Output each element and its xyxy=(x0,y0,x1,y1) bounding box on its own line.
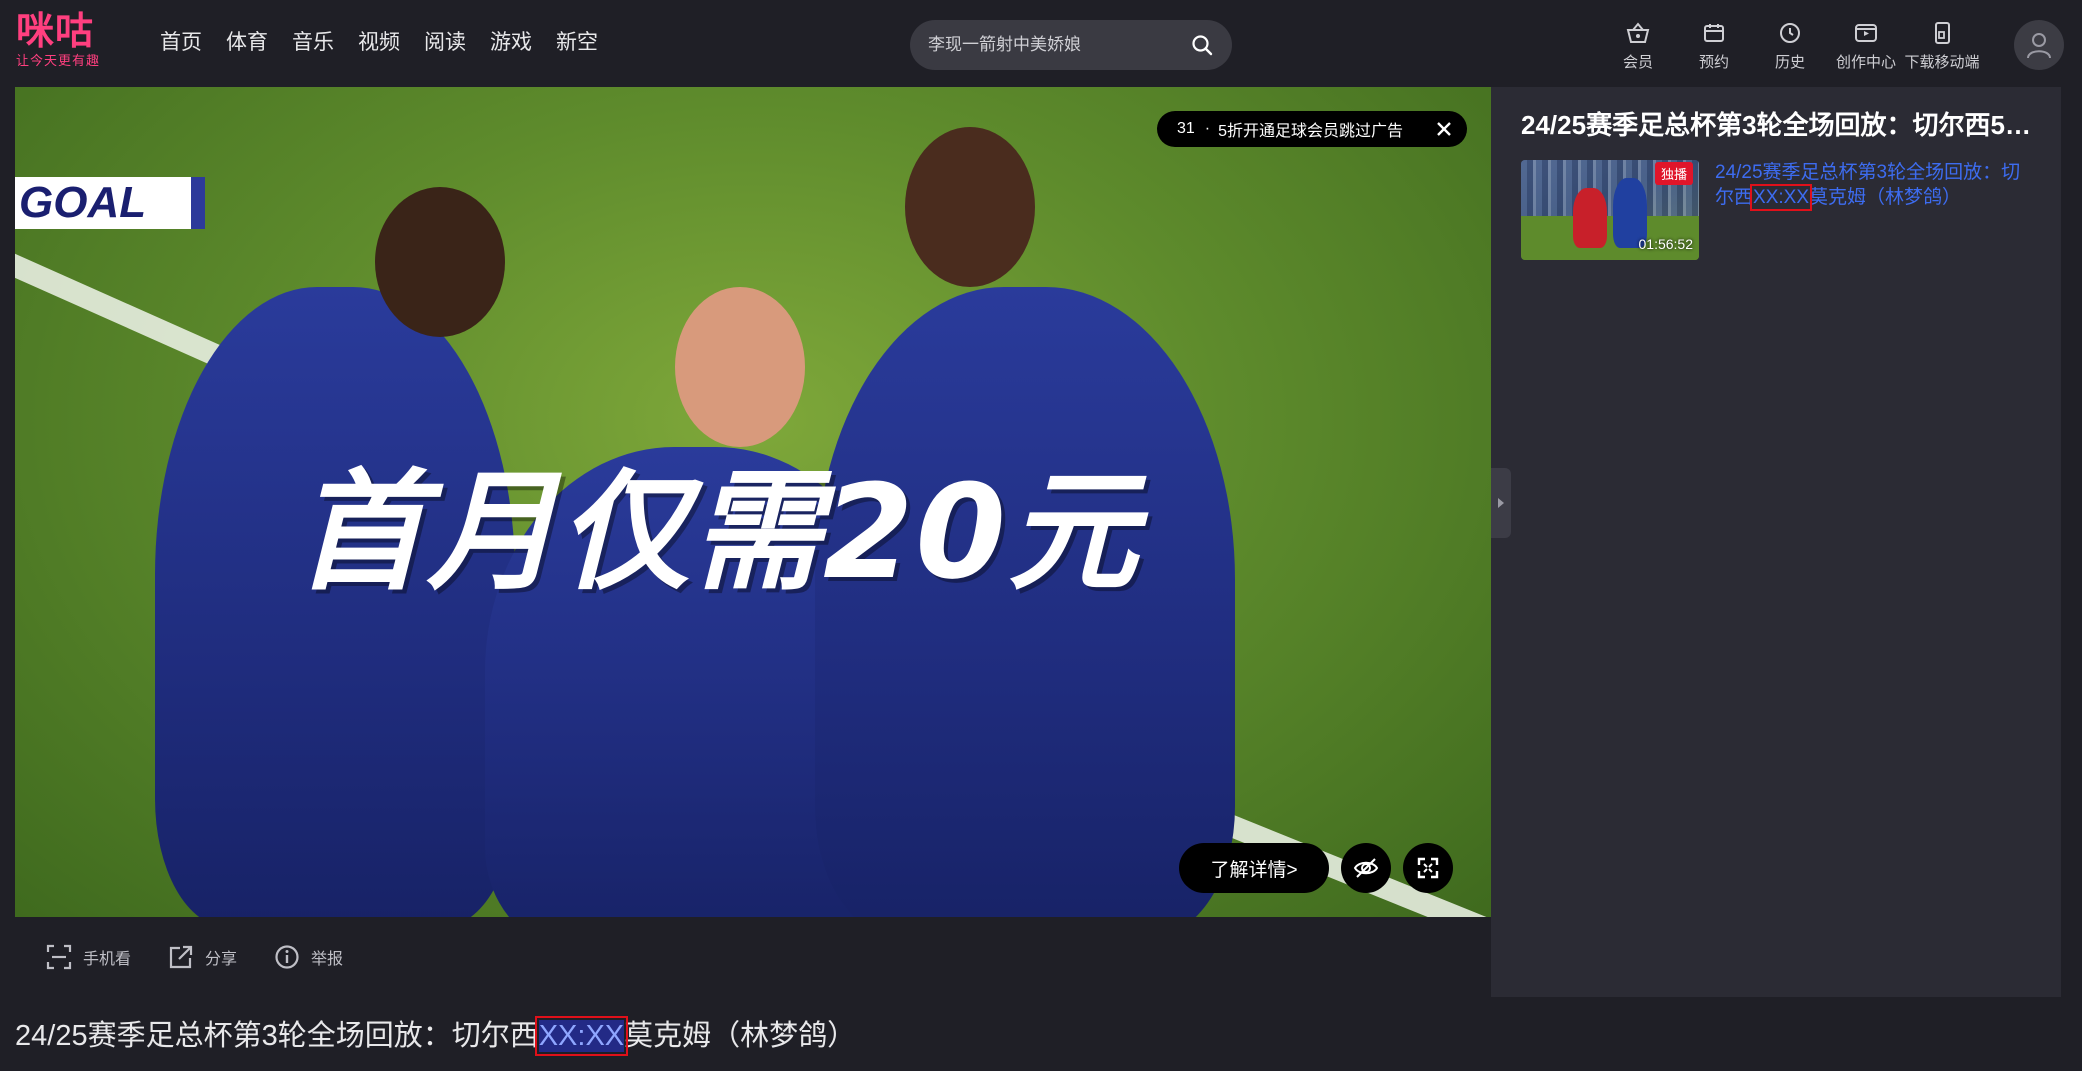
goal-badge: GOAL xyxy=(15,177,205,229)
search-icon[interactable] xyxy=(1188,31,1216,59)
share-icon xyxy=(167,943,195,971)
download-mobile-button[interactable]: 下载移动端 xyxy=(1904,18,1980,72)
thumbnail-player-red xyxy=(1573,188,1607,248)
ad-skip-button[interactable]: 31 · 5折开通足球会员跳过广告 xyxy=(1157,111,1467,147)
video-toolbar: 手机看 分享 举报 xyxy=(15,917,1491,997)
ad-countdown: 31 xyxy=(1177,120,1195,137)
player-right-head xyxy=(905,127,1035,287)
eye-off-icon xyxy=(1353,858,1379,878)
history-label: 历史 xyxy=(1774,54,1805,71)
video-title-suffix: 莫克姆（林梦鸽） xyxy=(624,1020,857,1052)
playlist-title: 24/25赛季足总杯第3轮全场回放：切尔西5:0莫克姆（林梦鸽） xyxy=(1521,110,2031,140)
episode-duration: 01:56:52 xyxy=(1638,236,1694,252)
user-icon xyxy=(2027,33,2051,59)
main-nav: 首页 体育 音乐 视频 阅读 游戏 新空 xyxy=(160,28,622,58)
video-title: 24/25赛季足总杯第3轮全场回放：切尔西XX:XX莫克姆（林梦鸽） xyxy=(15,1012,857,1056)
video-title-score: XX:XX xyxy=(534,1016,629,1056)
video-title-prefix: 24/25赛季足总杯第3轮全场回放：切尔西 xyxy=(15,1020,539,1052)
logo-main-text: 咪咕 xyxy=(16,11,95,53)
creator-icon xyxy=(1851,18,1881,48)
vip-button[interactable]: 会员 xyxy=(1600,18,1676,72)
nav-item-video[interactable]: 视频 xyxy=(358,28,400,58)
watch-on-phone-button[interactable]: 手机看 xyxy=(45,943,131,971)
reserve-label: 预约 xyxy=(1698,54,1729,71)
player-left-head xyxy=(375,187,505,337)
report-info-icon xyxy=(273,943,301,971)
episode-item[interactable]: 独播 01:56:52 24/25赛季足总杯第3轮全场回放：切尔西XX:XX莫克… xyxy=(1521,160,2031,260)
nav-item-sports[interactable]: 体育 xyxy=(226,28,268,58)
nav-item-music[interactable]: 音乐 xyxy=(292,28,334,58)
promo-text: 首月仅需20元 xyxy=(295,456,1140,608)
scan-icon xyxy=(45,943,73,971)
nav-item-games[interactable]: 游戏 xyxy=(490,28,532,58)
reserve-button[interactable]: 预约 xyxy=(1676,18,1752,72)
sidebar-collapse-handle[interactable] xyxy=(1491,468,1511,538)
close-icon[interactable] xyxy=(1435,120,1453,138)
ad-skip-text: 5折开通足球会员跳过广告 xyxy=(1218,123,1404,140)
report-button[interactable]: 举报 xyxy=(273,943,343,971)
episode-title[interactable]: 24/25赛季足总杯第3轮全场回放：切尔西XX:XX莫克姆（林梦鸽） xyxy=(1715,160,2025,260)
history-button[interactable]: 历史 xyxy=(1752,18,1828,72)
creator-center-button[interactable]: 创作中心 xyxy=(1828,18,1904,72)
watch-on-phone-label: 手机看 xyxy=(83,951,132,968)
nav-item-home[interactable]: 首页 xyxy=(160,28,202,58)
episode-title-score: XX:XX xyxy=(1750,184,1812,211)
creator-center-label: 创作中心 xyxy=(1835,54,1896,71)
ad-separator-dot: · xyxy=(1204,120,1211,137)
fullscreen-button[interactable] xyxy=(1403,843,1453,893)
vip-label: 会员 xyxy=(1622,54,1653,71)
search-box xyxy=(910,20,1232,70)
fullscreen-icon xyxy=(1417,857,1439,879)
mobile-download-icon xyxy=(1927,18,1957,48)
playlist-sidebar: 24/25赛季足总杯第3轮全场回放：切尔西5:0莫克姆（林梦鸽） 独播 01:5… xyxy=(1491,87,2061,997)
history-clock-icon xyxy=(1775,18,1805,48)
nav-item-reading[interactable]: 阅读 xyxy=(424,28,466,58)
user-avatar[interactable] xyxy=(2014,20,2064,70)
search-input[interactable] xyxy=(926,34,1188,56)
nav-item-xinkong[interactable]: 新空 xyxy=(556,28,598,58)
top-header: 咪咕 让今天更有趣 首页 体育 音乐 视频 阅读 游戏 新空 会员 预约 xyxy=(0,0,2082,87)
chevron-right-icon xyxy=(1498,498,1504,508)
hide-ad-button[interactable] xyxy=(1341,843,1391,893)
share-button[interactable]: 分享 xyxy=(167,943,237,971)
learn-more-button[interactable]: 了解详情> xyxy=(1179,843,1329,893)
player-center-head xyxy=(675,287,805,447)
exclusive-badge: 独播 xyxy=(1654,162,1693,185)
header-actions: 会员 预约 历史 创作中心 下载移动端 xyxy=(1600,18,1980,72)
report-label: 举报 xyxy=(311,951,344,968)
migu-logo[interactable]: 咪咕 让今天更有趣 xyxy=(16,13,126,73)
calendar-icon xyxy=(1699,18,1729,48)
vip-basket-icon xyxy=(1623,18,1653,48)
episode-title-suffix: 莫克姆（林梦鸽） xyxy=(1809,187,1962,208)
share-label: 分享 xyxy=(205,951,238,968)
logo-slogan: 让今天更有趣 xyxy=(16,53,101,68)
episode-thumbnail[interactable]: 独播 01:56:52 xyxy=(1521,160,1699,260)
download-mobile-label: 下载移动端 xyxy=(1904,54,1980,71)
video-player[interactable]: GOAL 首月仅需20元 31 · 5折开通足球会员跳过广告 了解详情> xyxy=(15,87,1491,917)
